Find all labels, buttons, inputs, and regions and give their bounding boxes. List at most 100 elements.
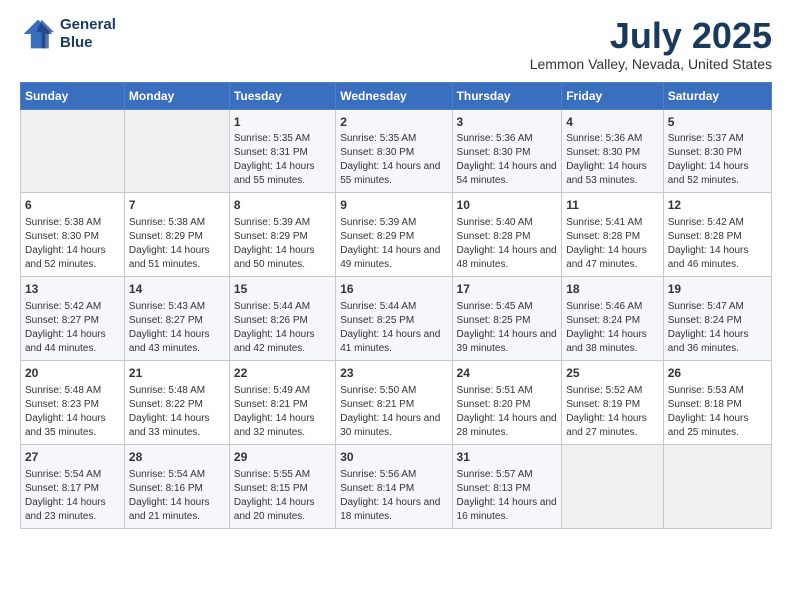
day-info: Sunrise: 5:42 AMSunset: 8:28 PMDaylight:… [668,216,767,272]
day-number: 20 [25,365,120,382]
day-info: Sunrise: 5:55 AMSunset: 8:15 PMDaylight:… [234,468,331,524]
day-number: 22 [234,365,331,382]
day-info: Sunrise: 5:51 AMSunset: 8:20 PMDaylight:… [457,384,558,440]
day-cell: 2Sunrise: 5:35 AMSunset: 8:30 PMDaylight… [336,109,452,193]
day-cell: 31 Sunrise: 5:57 AMSunset: 8:13 PMDayligh… [452,444,562,528]
day-cell: 3Sunrise: 5:36 AMSunset: 8:30 PMDaylight… [452,109,562,193]
day-info: Sunrise: 5:41 AMSunset: 8:28 PMDaylight:… [566,216,659,272]
day-cell: 10Sunrise: 5:40 AMSunset: 8:28 PMDayligh… [452,193,562,277]
day-info: Sunrise: 5:44 AMSunset: 8:26 PMDaylight:… [234,300,331,356]
day-number: 27 [25,449,120,466]
col-monday: Monday [124,82,229,109]
title-block: July 2025 Lemmon Valley, Nevada, United … [530,16,772,72]
day-cell: 8 Sunrise: 5:39 AMSunset: 8:29 PMDaylight… [229,193,335,277]
day-cell: 28 Sunrise: 5:54 AMSunset: 8:16 PMDayligh… [124,444,229,528]
day-info: Sunrise: 5:53 AMSunset: 8:18 PMDaylight:… [668,384,767,440]
location-title: Lemmon Valley, Nevada, United States [530,56,772,72]
day-info: Sunrise: 5:54 AMSunset: 8:16 PMDaylight:… [129,468,225,524]
day-cell: 4Sunrise: 5:36 AMSunset: 8:30 PMDaylight… [562,109,664,193]
day-cell: 16 Sunrise: 5:44 AMSunset: 8:25 PMDayligh… [336,277,452,361]
day-info: Sunrise: 5:37 AMSunset: 8:30 PMDaylight:… [668,132,767,188]
day-info: Sunrise: 5:54 AMSunset: 8:17 PMDaylight:… [25,468,120,524]
week-row-4: 20Sunrise: 5:48 AMSunset: 8:23 PMDayligh… [21,360,772,444]
day-number: 31 [457,449,558,466]
day-cell: 24 Sunrise: 5:51 AMSunset: 8:20 PMDayligh… [452,360,562,444]
day-number: 3 [457,114,558,131]
day-info: Sunrise: 5:52 AMSunset: 8:19 PMDaylight:… [566,384,659,440]
col-thursday: Thursday [452,82,562,109]
day-number: 12 [668,197,767,214]
col-sunday: Sunday [21,82,125,109]
day-info: Sunrise: 5:38 AMSunset: 8:30 PMDaylight:… [25,216,120,272]
day-cell: 17 Sunrise: 5:45 AMSunset: 8:25 PMDayligh… [452,277,562,361]
day-number: 4 [566,114,659,131]
day-info: Sunrise: 5:47 AMSunset: 8:24 PMDaylight:… [668,300,767,356]
day-cell [663,444,771,528]
day-info: Sunrise: 5:44 AMSunset: 8:25 PMDaylight:… [340,300,447,356]
day-cell [21,109,125,193]
day-info: Sunrise: 5:35 AMSunset: 8:31 PMDaylight:… [234,132,331,188]
day-info: Sunrise: 5:57 AMSunset: 8:13 PMDaylight:… [457,468,558,524]
day-cell [124,109,229,193]
day-info: Sunrise: 5:56 AMSunset: 8:14 PMDaylight:… [340,468,447,524]
col-wednesday: Wednesday [336,82,452,109]
col-tuesday: Tuesday [229,82,335,109]
day-cell: 21 Sunrise: 5:48 AMSunset: 8:22 PMDayligh… [124,360,229,444]
day-cell: 22 Sunrise: 5:49 AMSunset: 8:21 PMDayligh… [229,360,335,444]
day-info: Sunrise: 5:39 AMSunset: 8:29 PMDaylight:… [340,216,447,272]
day-info: Sunrise: 5:49 AMSunset: 8:21 PMDaylight:… [234,384,331,440]
day-cell: 19 Sunrise: 5:47 AMSunset: 8:24 PMDayligh… [663,277,771,361]
day-number: 9 [340,197,447,214]
week-row-5: 27 Sunrise: 5:54 AMSunset: 8:17 PMDayligh… [21,444,772,528]
logo-line1: General [60,16,116,34]
day-info: Sunrise: 5:36 AMSunset: 8:30 PMDaylight:… [566,132,659,188]
day-info: Sunrise: 5:38 AMSunset: 8:29 PMDaylight:… [129,216,225,272]
day-info: Sunrise: 5:45 AMSunset: 8:25 PMDaylight:… [457,300,558,356]
day-cell: 6 Sunrise: 5:38 AMSunset: 8:30 PMDaylight… [21,193,125,277]
calendar-table: Sunday Monday Tuesday Wednesday Thursday… [20,82,772,529]
day-cell: 25 Sunrise: 5:52 AMSunset: 8:19 PMDayligh… [562,360,664,444]
day-cell: 14Sunrise: 5:43 AMSunset: 8:27 PMDayligh… [124,277,229,361]
day-number: 15 [234,281,331,298]
day-cell: 26Sunrise: 5:53 AMSunset: 8:18 PMDayligh… [663,360,771,444]
day-info: Sunrise: 5:35 AMSunset: 8:30 PMDaylight:… [340,132,447,188]
month-title: July 2025 [530,16,772,56]
day-number: 17 [457,281,558,298]
logo: General Blue [20,16,116,52]
day-number: 19 [668,281,767,298]
day-cell: 9 Sunrise: 5:39 AMSunset: 8:29 PMDaylight… [336,193,452,277]
day-info: Sunrise: 5:39 AMSunset: 8:29 PMDaylight:… [234,216,331,272]
day-number: 5 [668,114,767,131]
day-cell: 23Sunrise: 5:50 AMSunset: 8:21 PMDayligh… [336,360,452,444]
day-number: 25 [566,365,659,382]
week-row-3: 13Sunrise: 5:42 AMSunset: 8:27 PMDayligh… [21,277,772,361]
day-cell: 13Sunrise: 5:42 AMSunset: 8:27 PMDayligh… [21,277,125,361]
day-number: 7 [129,197,225,214]
day-info: Sunrise: 5:36 AMSunset: 8:30 PMDaylight:… [457,132,558,188]
col-saturday: Saturday [663,82,771,109]
day-info: Sunrise: 5:48 AMSunset: 8:22 PMDaylight:… [129,384,225,440]
day-number: 29 [234,449,331,466]
page-header: General Blue July 2025 Lemmon Valley, Ne… [20,16,772,72]
day-number: 28 [129,449,225,466]
day-number: 24 [457,365,558,382]
day-number: 6 [25,197,120,214]
day-number: 21 [129,365,225,382]
day-cell: 29 Sunrise: 5:55 AMSunset: 8:15 PMDayligh… [229,444,335,528]
day-cell: 5Sunrise: 5:37 AMSunset: 8:30 PMDaylight… [663,109,771,193]
day-number: 23 [340,365,447,382]
logo-line2: Blue [60,34,116,52]
day-cell: 11Sunrise: 5:41 AMSunset: 8:28 PMDayligh… [562,193,664,277]
day-number: 13 [25,281,120,298]
day-info: Sunrise: 5:40 AMSunset: 8:28 PMDaylight:… [457,216,558,272]
day-cell: 30 Sunrise: 5:56 AMSunset: 8:14 PMDayligh… [336,444,452,528]
day-cell: 15 Sunrise: 5:44 AMSunset: 8:26 PMDayligh… [229,277,335,361]
day-cell: 1Sunrise: 5:35 AMSunset: 8:31 PMDaylight… [229,109,335,193]
day-cell [562,444,664,528]
day-cell: 27 Sunrise: 5:54 AMSunset: 8:17 PMDayligh… [21,444,125,528]
day-number: 16 [340,281,447,298]
day-number: 8 [234,197,331,214]
day-number: 30 [340,449,447,466]
day-number: 1 [234,114,331,131]
day-cell: 12 Sunrise: 5:42 AMSunset: 8:28 PMDayligh… [663,193,771,277]
